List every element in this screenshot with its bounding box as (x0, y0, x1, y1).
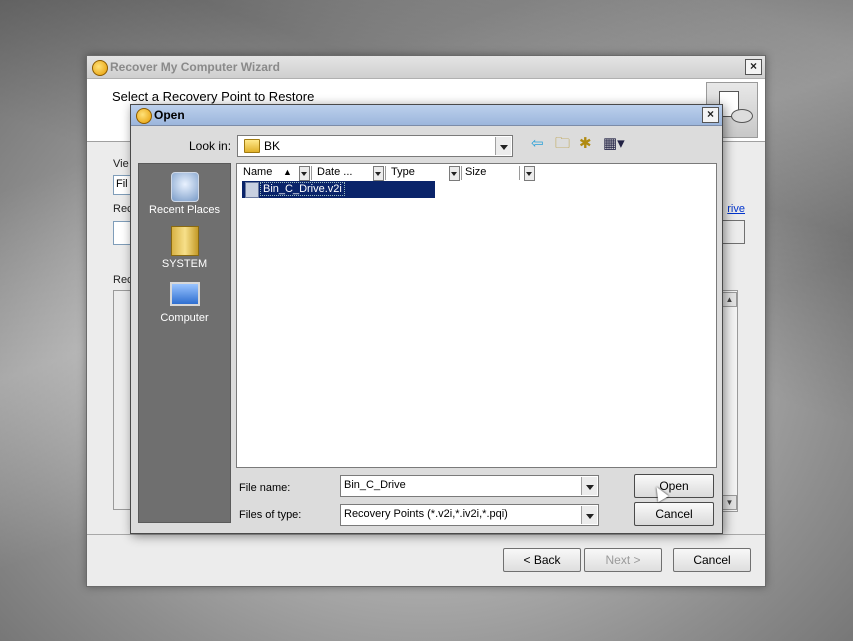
sort-up-icon: ▲ (283, 167, 292, 177)
back-button[interactable]: < Back (503, 548, 581, 572)
place-system[interactable]: SYSTEM (139, 226, 230, 270)
places-bar: Recent Places SYSTEM Computer (138, 163, 231, 523)
folder-icon (244, 139, 260, 153)
open-dialog: Open × Look in: BK ⇦ 🗀 ✱ ▦▾ Recent Place… (130, 104, 723, 534)
drive-link[interactable]: rive (727, 203, 745, 215)
file-type-label: Files of type: (239, 509, 302, 521)
wizard-close-button[interactable]: × (745, 59, 762, 75)
place-recent-places[interactable]: Recent Places (139, 172, 230, 216)
next-button[interactable]: Next > (584, 548, 662, 572)
scroll-down-icon[interactable]: ▼ (722, 495, 737, 510)
dialog-cancel-button[interactable]: Cancel (634, 502, 714, 526)
wizard-heading: Select a Recovery Point to Restore (112, 89, 315, 104)
file-type-select[interactable]: Recovery Points (*.v2i,*.iv2i,*.pqi) (340, 504, 599, 526)
folder-icon (170, 226, 199, 256)
file-type-value: Recovery Points (*.v2i,*.iv2i,*.pqi) (344, 508, 508, 520)
size-filter-dropdown[interactable] (524, 166, 535, 181)
look-in-combo[interactable]: BK (237, 135, 513, 157)
file-name: Bin_C_Drive.v2i (260, 182, 345, 196)
column-separator (519, 166, 520, 180)
place-computer[interactable]: Computer (139, 282, 230, 324)
date-filter-dropdown[interactable] (373, 166, 384, 181)
place-label: SYSTEM (161, 258, 208, 270)
chevron-down-icon[interactable] (581, 477, 597, 495)
chevron-down-icon[interactable] (581, 506, 597, 524)
open-button[interactable]: Open (634, 474, 714, 498)
wizard-cancel-button[interactable]: Cancel (673, 548, 751, 572)
dialog-title: Open (154, 108, 185, 122)
file-list[interactable]: Name ▲ Date ... Type Size Bin_C_Drive.v2… (236, 163, 717, 468)
column-header-size[interactable]: Size (465, 166, 486, 180)
up-folder-icon[interactable]: 🗀 (555, 135, 570, 153)
file-name-value: Bin_C_Drive (344, 479, 406, 491)
scroll-up-icon[interactable]: ▲ (722, 292, 737, 307)
place-label: Recent Places (149, 204, 220, 216)
column-separator (385, 166, 386, 180)
dialog-app-icon (136, 108, 152, 124)
wizard-separator (87, 534, 765, 535)
wizard-title: Recover My Computer Wizard (110, 60, 280, 74)
view-field-text: Fil (116, 178, 128, 190)
column-header-date[interactable]: Date ... (317, 166, 352, 180)
back-arrow-icon[interactable]: ⇦ (531, 135, 544, 153)
file-name-input[interactable]: Bin_C_Drive (340, 475, 599, 497)
recent-places-icon (170, 172, 199, 202)
new-folder-icon[interactable]: ✱ (579, 135, 592, 153)
look-in-value: BK (264, 139, 281, 153)
column-header-type[interactable]: Type (391, 166, 415, 180)
file-icon (245, 182, 259, 198)
name-filter-dropdown[interactable] (299, 166, 310, 181)
computer-icon (169, 282, 200, 306)
type-filter-dropdown[interactable] (449, 166, 460, 181)
column-header-name[interactable]: Name (243, 166, 272, 180)
chevron-down-icon[interactable] (495, 137, 511, 155)
dialog-close-button[interactable]: × (702, 107, 719, 123)
app-icon (92, 60, 108, 76)
place-label: Computer (160, 312, 209, 324)
column-separator (461, 166, 462, 180)
file-row[interactable]: Bin_C_Drive.v2i (242, 181, 435, 198)
column-separator (311, 166, 312, 180)
file-name-label: File name: (239, 482, 291, 494)
look-in-label: Look in: (189, 139, 232, 153)
wizard-title-bar: Recover My Computer Wizard × (87, 56, 765, 79)
dialog-title-bar: Open × (131, 105, 722, 126)
view-label-fragment: Vie (113, 158, 129, 170)
view-menu-icon[interactable]: ▦▾ (603, 135, 625, 153)
